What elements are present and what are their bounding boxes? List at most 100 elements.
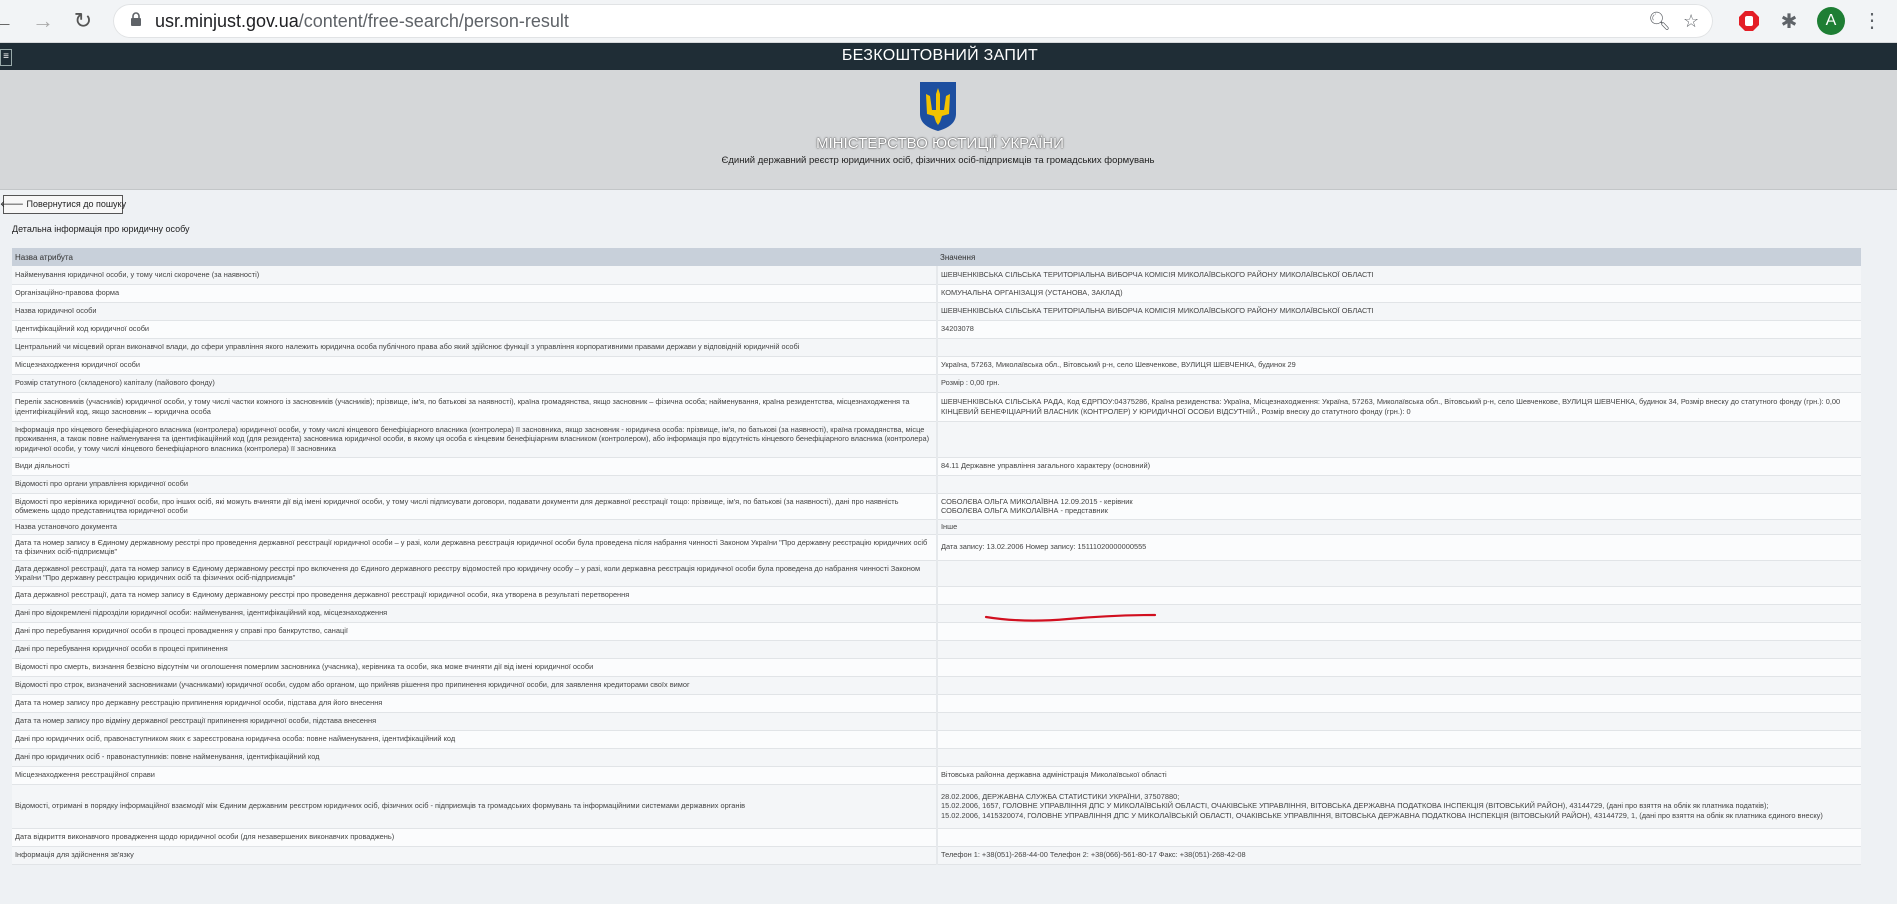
attribute-label: Назва юридичної особи <box>15 306 97 316</box>
value-cell: СОБОЛЄВА ОЛЬГА МИКОЛАЇВНА 12.09.2015 - к… <box>936 493 1861 520</box>
attribute-cell: Інформація про кінцевого бенефіціарного … <box>12 421 937 458</box>
value-text: Інше <box>941 521 958 531</box>
attribute-label: Дата державної реєстрації, дата та номер… <box>15 563 921 582</box>
table-row: Дата та номер запису про державну реєстр… <box>12 694 1861 713</box>
attribute-label: Відомості про органи управління юридично… <box>15 479 188 489</box>
registry-name: Єдиний державний реєстр юридичних осіб, … <box>721 155 1155 166</box>
table-row: Дані про перебування юридичної особи в п… <box>12 622 1861 641</box>
table-row: Види діяльності 84.11 Державне управління… <box>12 457 1861 476</box>
table-row: Дата державної реєстрації, дата та номер… <box>12 586 1861 605</box>
table-row: Відомості про керівника юридичної особи,… <box>12 493 1861 520</box>
page-content: ≡ БЕЗКОШТОВНИЙ ЗАПИТ МІНІСТЕРСТВО ЮСТИЦІ… <box>0 43 1897 904</box>
table-row: Місцезнаходження реєстраційної справи Віт… <box>12 766 1861 785</box>
attribute-cell: Відомості про строк, визначений засновни… <box>12 676 937 695</box>
attribute-cell: Дані про юридичних осіб, правонаступнико… <box>12 730 937 749</box>
table-row: Дата та номер запису про відміну державн… <box>12 712 1861 731</box>
attribute-cell: Дата державної реєстрації, дата та номер… <box>12 560 937 587</box>
browser-toolbar: ← → ↻ usr.minjust.gov.ua/content/free-se… <box>0 0 1897 43</box>
attribute-cell: Дата та номер запису в Єдиному державном… <box>12 534 937 561</box>
url-text: usr.minjust.gov.ua/content/free-search/p… <box>155 11 569 32</box>
value-cell <box>936 712 1861 731</box>
value-cell: Розмір : 0,00 грн. <box>936 374 1861 393</box>
table-row: Дані про відокремлені підрозділи юридичн… <box>12 604 1861 623</box>
attribute-label: Організаційно-правова форма <box>15 288 120 298</box>
value-cell: Дата запису: 13.02.2006 Номер запису: 15… <box>936 534 1861 561</box>
value-text: ШЕВЧЕНКІВСЬКА СІЛЬСЬКА ТЕРИТОРІАЛЬНА ВИБ… <box>941 270 1374 280</box>
table-body: Найменування юридичної особи, у тому чис… <box>12 266 1861 865</box>
table-row: Дані про юридичних осіб - правонаступник… <box>12 748 1861 767</box>
value-cell <box>936 338 1861 357</box>
value-cell <box>936 560 1861 587</box>
value-cell <box>936 828 1861 847</box>
attribute-cell: Дата державної реєстрації, дата та номер… <box>12 586 937 605</box>
attribute-label: Дані про відокремлені підрозділи юридичн… <box>15 608 388 618</box>
value-text: Телефон 1: +38(051)-268-44-00 Телефон 2:… <box>941 850 1246 860</box>
zoom-out-icon[interactable]: 🔍︎ <box>1648 11 1671 32</box>
attribute-label: Види діяльності <box>15 461 70 471</box>
value-cell <box>936 730 1861 749</box>
top-bar: ≡ БЕЗКОШТОВНИЙ ЗАПИТ <box>0 43 1897 70</box>
value-cell: ШЕВЧЕНКІВСЬКА СІЛЬСЬКА ТЕРИТОРІАЛЬНА ВИБ… <box>936 302 1861 321</box>
value-text: КОМУНАЛЬНА ОРГАНІЗАЦІЯ (УСТАНОВА, ЗАКЛАД… <box>941 288 1123 298</box>
attribute-label: Дата та номер запису про державну реєстр… <box>15 698 383 708</box>
attribute-label: Дата та номер запису про відміну державн… <box>15 716 377 726</box>
table-row: Інформація для здійснення зв'язку Телефон… <box>12 846 1861 865</box>
attribute-cell: Дата та номер запису про відміну державн… <box>12 712 937 731</box>
url-path: /content/free-search/person-result <box>298 11 569 31</box>
value-cell <box>936 658 1861 677</box>
header-banner: МІНІСТЕРСТВО ЮСТИЦІЇ УКРАЇНИ Єдиний держ… <box>0 70 1897 190</box>
value-cell <box>936 421 1861 458</box>
value-cell: 28.02.2006, ДЕРЖАВНА СЛУЖБА СТАТИСТИКИ У… <box>936 784 1861 829</box>
value-cell: КОМУНАЛЬНА ОРГАНІЗАЦІЯ (УСТАНОВА, ЗАКЛАД… <box>936 284 1861 303</box>
attribute-cell: Місцезнаходження юридичної особи <box>12 356 937 375</box>
attribute-cell: Дата відкриття виконавчого провадження щ… <box>12 828 937 847</box>
address-bar[interactable]: usr.minjust.gov.ua/content/free-search/p… <box>113 4 1713 38</box>
back-to-search-button[interactable]: 🡐 Повернутися до пошуку <box>0 195 126 214</box>
value-text: Вітовська районна державна адміністрація… <box>941 770 1167 780</box>
table-row: Найменування юридичної особи, у тому чис… <box>12 266 1861 285</box>
table-row: Назва юридичної особи ШЕВЧЕНКІВСЬКА СІЛЬС… <box>12 302 1861 321</box>
table-row: Ідентифікаційний код юридичної особи 3420… <box>12 320 1861 339</box>
value-text: ШЕВЧЕНКІВСЬКА СІЛЬСЬКА ТЕРИТОРІАЛЬНА ВИБ… <box>941 306 1374 316</box>
handwritten-underline <box>984 613 1157 622</box>
attribute-cell: Інформація для здійснення зв'язку <box>12 846 937 865</box>
attribute-label: Дата та номер запису в Єдиному державном… <box>15 537 928 556</box>
menu-dots-icon[interactable]: ⋮ <box>1862 8 1882 33</box>
attribute-cell: Перелік засновників (учасників) юридично… <box>12 392 937 422</box>
page-title: БЕЗКОШТОВНИЙ ЗАПИТ <box>841 47 1039 64</box>
table-row: Назва установчого документа Інше <box>12 519 1861 535</box>
adblock-extension-icon[interactable] <box>1737 9 1761 33</box>
attribute-cell: Відомості про керівника юридичної особи,… <box>12 493 937 520</box>
table-row: Дата державної реєстрації, дата та номер… <box>12 560 1861 587</box>
value-cell: ШЕВЧЕНКІВСЬКА СІЛЬСЬКА РАДА, Код ЄДРПОУ:… <box>936 392 1861 422</box>
table-row: Дані про перебування юридичної особи в п… <box>12 640 1861 659</box>
star-icon[interactable]: ☆ <box>1683 11 1699 32</box>
value-cell <box>936 748 1861 767</box>
forward-arrow-icon[interactable]: → <box>28 6 58 36</box>
value-text: Розмір : 0,00 грн. <box>941 378 1000 388</box>
column-header-value: Значення <box>937 248 1861 266</box>
lock-icon <box>131 12 141 26</box>
puzzle-extensions-icon[interactable]: ✱ <box>1777 9 1801 33</box>
value-text: 84.11 Державне управління загального хар… <box>941 461 1151 471</box>
value-text: 28.02.2006, ДЕРЖАВНА СЛУЖБА СТАТИСТИКИ У… <box>941 791 1823 820</box>
table-row: Розмір статутного (складеного) капіталу … <box>12 374 1861 393</box>
avatar[interactable]: A <box>1817 7 1845 35</box>
detail-heading: Детальна інформація про юридичну особу <box>12 224 190 234</box>
attribute-label: Дані про перебування юридичної особи в п… <box>15 626 348 636</box>
attribute-cell: Розмір статутного (складеного) капіталу … <box>12 374 937 393</box>
back-arrow-icon[interactable]: ← <box>0 6 18 36</box>
attribute-label: Дата відкриття виконавчого провадження щ… <box>15 832 395 842</box>
attribute-label: Відомості про строк, визначений засновни… <box>15 680 690 690</box>
value-cell <box>936 694 1861 713</box>
column-header-attribute: Назва атрибута <box>12 248 937 266</box>
attribute-cell: Дата та номер запису про державну реєстр… <box>12 694 937 713</box>
attribute-label: Дані про перебування юридичної особи в п… <box>15 644 228 654</box>
value-text: Дата запису: 13.02.2006 Номер запису: 15… <box>941 542 1147 552</box>
attribute-cell: Дані про юридичних осіб - правонаступник… <box>12 748 937 767</box>
attribute-label: Відомості про керівника юридичної особи,… <box>15 496 899 515</box>
attribute-label: Інформація для здійснення зв'язку <box>15 850 134 860</box>
reload-icon[interactable]: ↻ <box>68 6 98 36</box>
value-cell <box>936 640 1861 659</box>
value-text: СОБОЛЄВА ОЛЬГА МИКОЛАЇВНА 12.09.2015 - к… <box>941 496 1133 515</box>
